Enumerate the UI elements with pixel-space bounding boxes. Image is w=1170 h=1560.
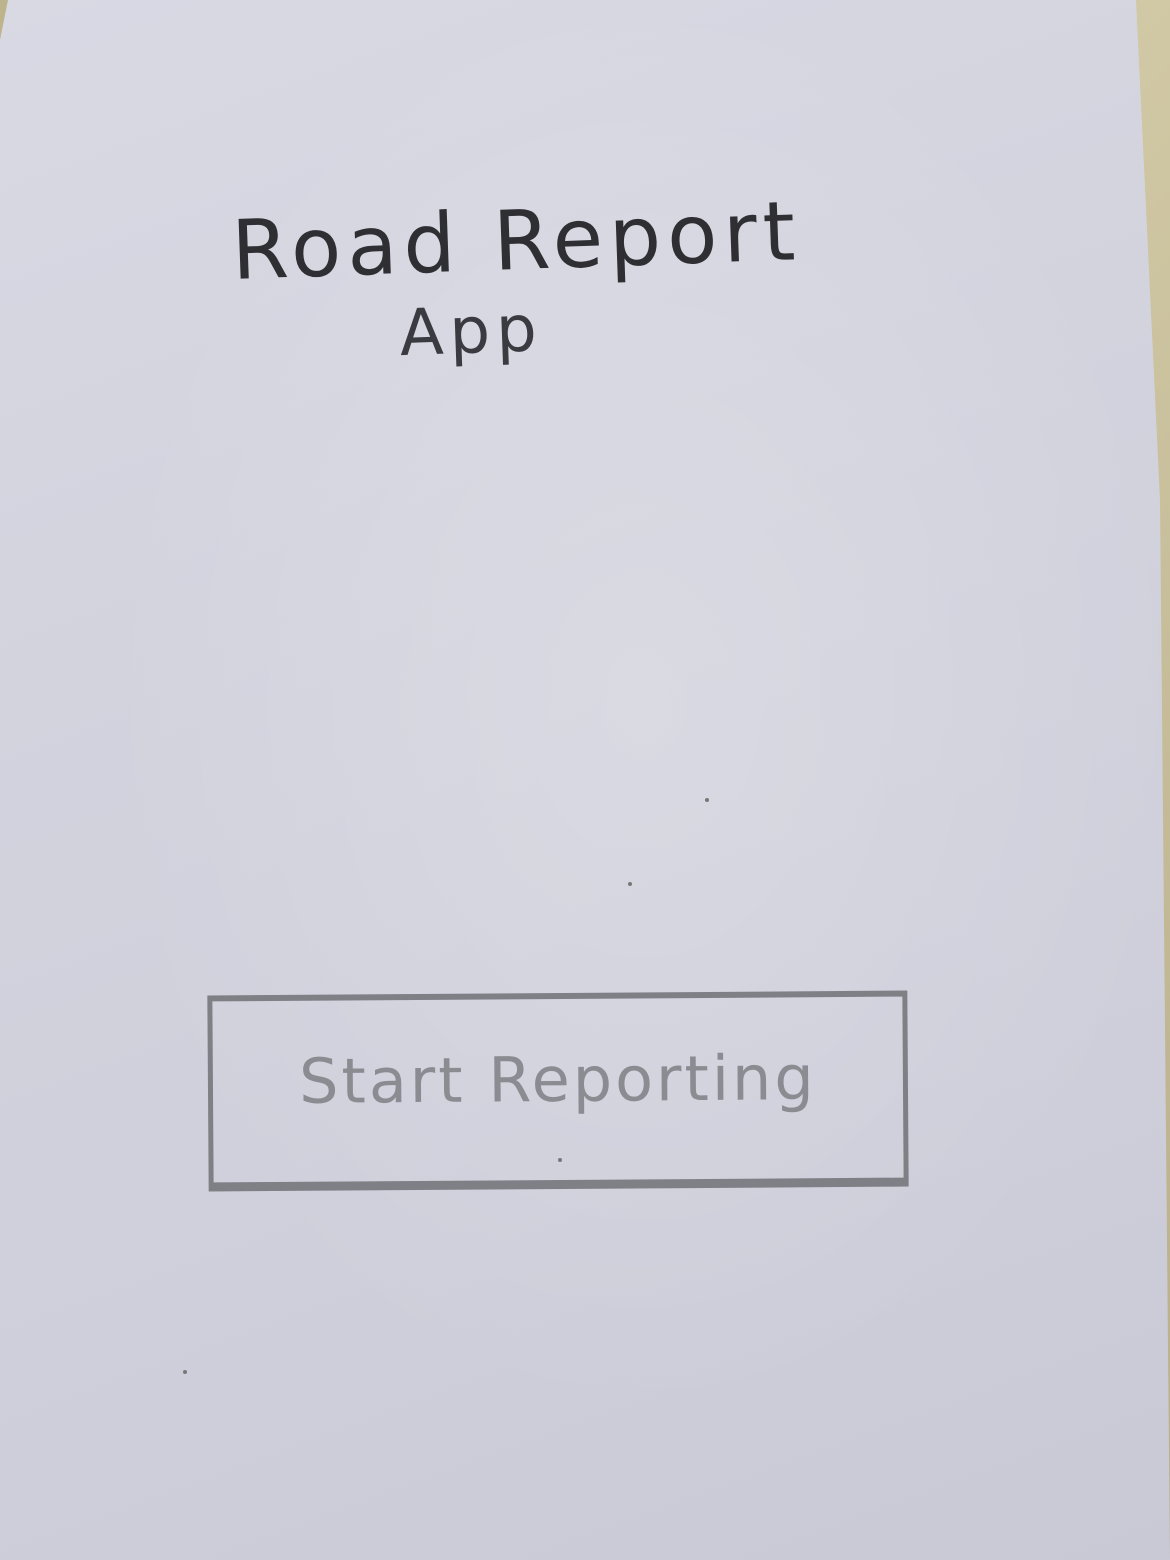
app-title: Road Report App	[200, 180, 926, 381]
paper-speck	[183, 1370, 187, 1374]
paper-speck	[558, 1158, 562, 1162]
paper-speck	[628, 882, 632, 886]
start-reporting-label: Start Reporting	[298, 1041, 817, 1118]
paper-speck	[705, 798, 709, 802]
